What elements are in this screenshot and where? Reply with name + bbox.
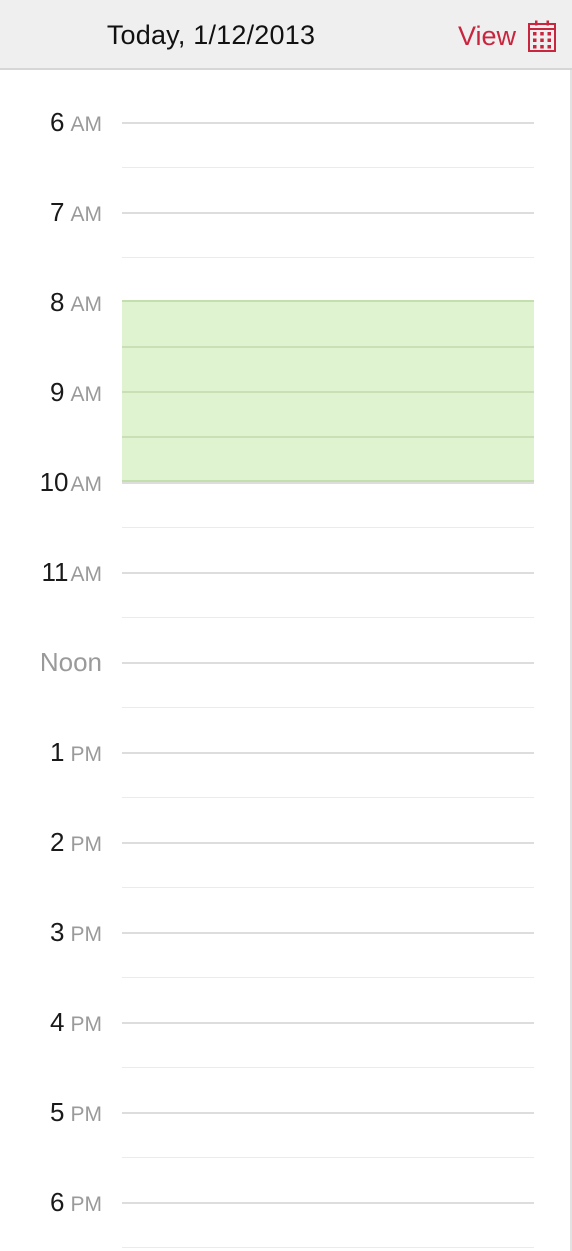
half-hour-divider — [122, 797, 534, 798]
hour-period: PM — [70, 1013, 103, 1036]
view-button[interactable]: View — [458, 16, 556, 56]
half-hour-divider — [122, 257, 534, 258]
half-hour-divider — [122, 167, 534, 168]
hour-number: Noon — [39, 647, 102, 677]
half-hour-divider — [122, 527, 534, 528]
day-timeline[interactable]: 6AM 7AM 8AM 9AM 10AM 11AM Noon 1PM — [0, 0, 572, 1251]
hour-label: 10AM — [40, 467, 102, 500]
hour-divider — [122, 122, 534, 124]
hour-divider — [122, 842, 534, 844]
half-hour-divider — [122, 617, 534, 618]
hour-label: 4 PM — [50, 1007, 102, 1040]
hour-divider — [122, 662, 534, 664]
hour-divider — [122, 212, 534, 214]
hour-period: AM — [70, 293, 103, 316]
hour-label: 6 AM — [50, 107, 102, 140]
hour-period: AM — [70, 203, 103, 226]
event-half-hour-divider — [122, 436, 534, 438]
hour-number: 1 — [50, 737, 65, 767]
hour-divider — [122, 752, 534, 754]
hour-number: 10 — [39, 467, 69, 497]
date-title: Today, 1/12/2013 — [106, 20, 316, 50]
calendar-grid-icon — [528, 20, 556, 52]
hour-period: PM — [70, 1193, 103, 1216]
hour-period: PM — [70, 833, 103, 856]
hour-number: 8 — [50, 287, 65, 317]
half-hour-divider — [122, 1247, 534, 1248]
top-bar: Today, 1/12/2013 View — [0, 0, 572, 70]
hour-number: 4 — [50, 1007, 65, 1037]
hour-label: 7 AM — [50, 197, 102, 230]
hour-period: AM — [70, 563, 103, 586]
hour-label: 6 PM — [50, 1187, 102, 1220]
hour-label: 9 AM — [50, 377, 102, 410]
hour-period: PM — [70, 743, 103, 766]
hour-label: 1 PM — [50, 737, 102, 770]
half-hour-divider — [122, 707, 534, 708]
hour-divider — [122, 1022, 534, 1024]
half-hour-divider — [122, 1157, 534, 1158]
hour-row-6pm[interactable]: 6 PM — [0, 1187, 572, 1251]
hour-period: AM — [70, 383, 103, 406]
hour-period: PM — [70, 1103, 103, 1126]
hour-number: 7 — [50, 197, 65, 227]
hour-period: AM — [70, 113, 103, 136]
hour-number: 6 — [50, 107, 65, 137]
hour-number: 5 — [50, 1097, 65, 1127]
hour-divider — [122, 572, 534, 574]
hour-number: 11 — [41, 557, 69, 587]
hour-number: 3 — [50, 917, 65, 947]
event-half-hour-divider — [122, 346, 534, 348]
hour-number: 2 — [50, 827, 65, 857]
hour-divider — [122, 482, 534, 484]
hour-period: AM — [70, 473, 103, 496]
half-hour-divider — [122, 977, 534, 978]
hour-period: PM — [70, 923, 103, 946]
half-hour-divider — [122, 1067, 534, 1068]
view-button-label: View — [457, 20, 516, 51]
hour-divider — [122, 1112, 534, 1114]
hour-label: Noon — [40, 647, 102, 680]
hour-divider — [122, 1202, 534, 1204]
hour-label: 2 PM — [50, 827, 102, 860]
hour-number: 6 — [50, 1187, 65, 1217]
event-hour-divider — [122, 391, 534, 393]
hour-label: 5 PM — [50, 1097, 102, 1130]
hour-label: 3 PM — [50, 917, 102, 950]
hour-number: 9 — [50, 377, 65, 407]
hour-label: 8 AM — [50, 287, 102, 320]
hour-label: 11AM — [42, 557, 103, 590]
half-hour-divider — [122, 887, 534, 888]
calendar-event[interactable] — [122, 300, 534, 482]
hour-divider — [122, 932, 534, 934]
